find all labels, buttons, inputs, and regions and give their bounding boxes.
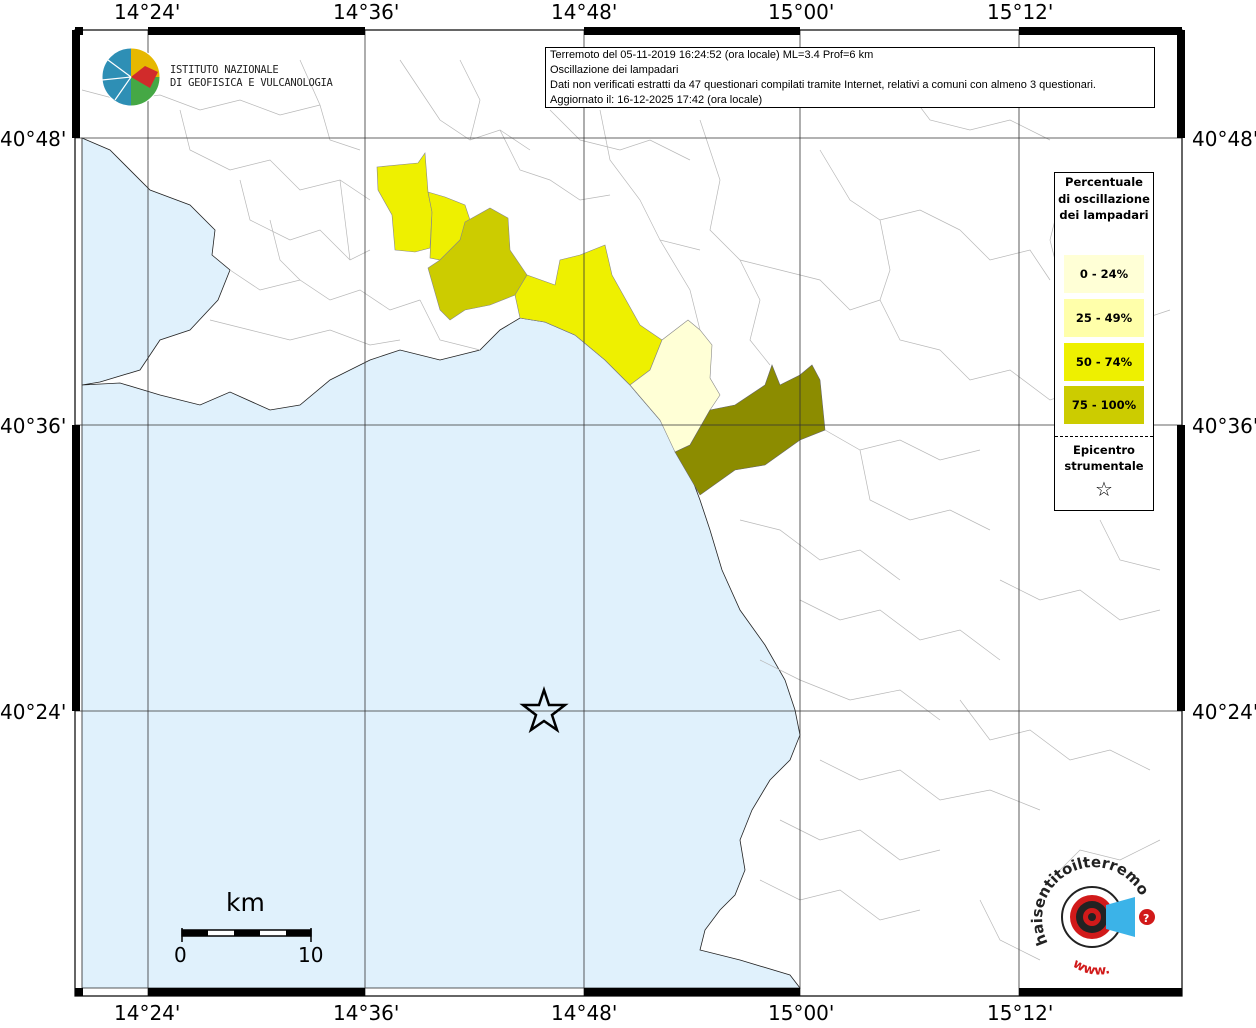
legend-class-0-24: 0 - 24%	[1064, 255, 1144, 293]
lat-label-right-2: 40°36'	[1192, 414, 1256, 438]
haisentito-www: www.	[1070, 956, 1111, 978]
lat-label-right-1: 40°48'	[1192, 127, 1256, 151]
lon-label-top-1: 14°24'	[114, 0, 181, 24]
update-time: Aggiornato il: 16-12-2025 17:42 (ora loc…	[550, 94, 763, 106]
lon-label-top-2: 14°36'	[333, 0, 400, 24]
lat-label-left-1: 40°48'	[0, 127, 67, 151]
lon-label-bottom-1: 14°24'	[114, 1001, 181, 1025]
scale-max: 10	[298, 943, 324, 967]
institute-line-1: ISTITUTO NAZIONALE	[170, 64, 279, 76]
map-subject: Oscillazione dei lampadari	[550, 64, 679, 76]
lon-label-bottom-5: 15°12'	[987, 1001, 1054, 1025]
legend-title: Percentuale di oscillazione dei lampadar…	[1058, 175, 1150, 222]
lon-label-top-3: 14°48'	[551, 0, 618, 24]
legend-star-icon: ☆	[1095, 477, 1113, 501]
seismic-map: ? 14°24' 14°36' 14°48' 15°00' 15°12' 14°…	[0, 0, 1256, 1025]
legend-class-50-74: 50 - 74%	[1064, 343, 1144, 381]
legend-class-25-49: 25 - 49%	[1064, 299, 1144, 337]
data-note: Dati non verificati estratti da 47 quest…	[550, 79, 1096, 91]
legend-separator	[1055, 436, 1153, 437]
legend-epicenter-label: Epicentro strumentale	[1064, 443, 1144, 473]
ingv-globe-icon	[101, 47, 161, 107]
legend-class-75-100: 75 - 100%	[1064, 386, 1144, 424]
institute-name: ISTITUTO NAZIONALE DI GEOFISICA E VULCAN…	[170, 64, 333, 90]
lat-label-left-3: 40°24'	[0, 700, 67, 724]
event-info-box: Terremoto del 05-11-2019 16:24:52 (ora l…	[545, 47, 1155, 108]
legend: Percentuale di oscillazione dei lampadar…	[1054, 172, 1154, 511]
lon-label-bottom-3: 14°48'	[551, 1001, 618, 1025]
lon-label-top-4: 15°00'	[768, 0, 835, 24]
lon-label-top-5: 15°12'	[987, 0, 1054, 24]
lat-label-left-2: 40°36'	[0, 414, 67, 438]
scale-min: 0	[174, 943, 187, 967]
lon-label-bottom-4: 15°00'	[768, 1001, 835, 1025]
lon-label-bottom-2: 14°36'	[333, 1001, 400, 1025]
haisentito-text-svg: haisentitoilterremoto.it www.	[1030, 855, 1153, 979]
event-title: Terremoto del 05-11-2019 16:24:52 (ora l…	[550, 49, 874, 61]
scale-unit: km	[226, 888, 265, 917]
lat-label-right-3: 40°24'	[1192, 700, 1256, 724]
haisentito-url: haisentitoilterremoto.it	[1030, 855, 1153, 948]
institute-line-2: DI GEOFISICA E VULCANOLOGIA	[170, 77, 333, 89]
